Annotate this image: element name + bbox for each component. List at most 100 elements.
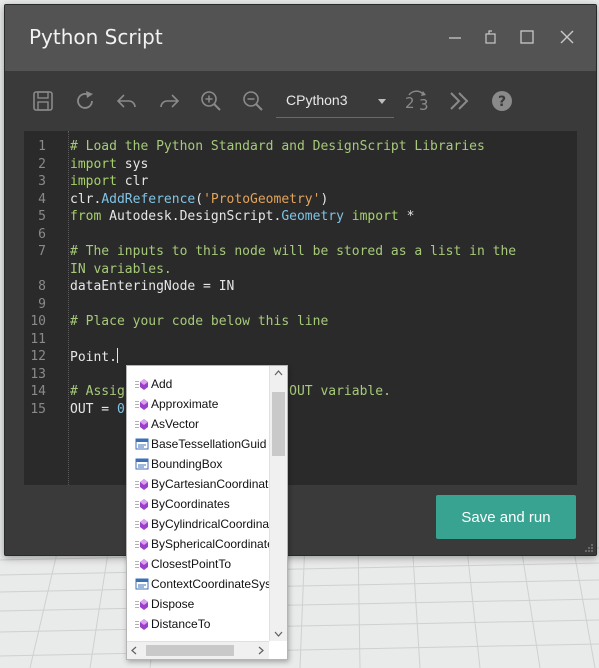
autocomplete-item[interactable]: Dispose [127,594,269,614]
line-number: 12 [30,349,46,364]
line-number: 2 [38,156,46,172]
autocomplete-item[interactable]: ByCartesianCoordinates [127,474,269,494]
identifier: OUT = [70,401,117,417]
autocomplete-item-label: Add [151,377,173,391]
more-icon[interactable] [447,89,471,113]
code-line-3: import clr [70,173,148,191]
line-number-gutter: 1 2 3 4 5 6 7 8 9 10 11 12 13 14 15 [24,131,69,485]
code-line-5: from Autodesk.DesignScript.Geometry impo… [70,208,414,226]
line-number: 11 [30,331,46,347]
zoom-out-icon[interactable] [241,89,265,113]
autocomplete-item[interactable]: ByCylindricalCoordinates [127,514,269,534]
toolbar: CPython3 2 3 ? [5,71,596,131]
autocomplete-item[interactable]: Add [127,374,269,394]
method-icon [135,537,149,551]
resize-grip-icon[interactable] [584,543,594,553]
save-and-run-button[interactable]: Save and run [436,495,576,539]
autocomplete-item[interactable]: BoundingBox [127,454,269,474]
line-number: 9 [38,296,46,312]
autocomplete-item[interactable]: BySphericalCoordinates [127,534,269,554]
autocomplete-item-label: BoundingBox [151,457,223,471]
maximize-icon[interactable] [517,27,537,47]
reset-icon[interactable] [73,89,97,113]
autocomplete-item-label: ByCartesianCoordinates [151,477,269,491]
horizontal-scrollbar[interactable] [127,641,269,659]
method-icon [135,617,149,631]
help-icon[interactable]: ? [490,89,514,113]
svg-text:?: ? [498,94,506,110]
autocomplete-item-label: DistanceTo [151,617,211,631]
scroll-right-icon[interactable] [258,646,264,655]
identifier: Point. [70,350,117,365]
method-icon [135,557,149,571]
autocomplete-item[interactable]: ClosestPointTo [127,554,269,574]
line-number: 15 [30,401,46,417]
autocomplete-item[interactable]: AsVector [127,414,269,434]
autocomplete-item-label: ClosestPointTo [151,557,232,571]
chevron-down-icon [378,99,386,104]
scroll-down-icon[interactable] [274,631,283,637]
code-line-10: # Place your code below this line [70,314,329,329]
line-number: 5 [38,209,46,224]
method-icon [135,497,149,511]
window-title: Python Script [29,25,163,49]
minimize-icon[interactable] [445,27,465,47]
autocomplete-item-label: Dispose [151,597,195,611]
code-line-4: clr.AddReference('ProtoGeometry') [70,191,328,209]
line-number: 1 [38,139,46,154]
scroll-up-icon[interactable] [274,370,283,376]
line-number: 3 [38,174,46,189]
line-number: 10 [30,314,46,329]
autocomplete-item-label: AsVector [151,417,200,431]
keyword: from [70,209,102,224]
line-number: 6 [38,226,46,242]
number-literal: 0 [116,401,125,417]
function-name: AddReference [101,191,196,207]
code-line-7: # The inputs to this node will be stored… [70,244,517,259]
scroll-left-icon[interactable] [131,646,137,655]
method-icon [135,377,149,391]
keyword: import [70,174,117,189]
vertical-scroll-thumb[interactable] [272,392,285,456]
horizontal-scroll-thumb[interactable] [146,645,234,656]
autocomplete-item[interactable]: ByCoordinates [127,494,269,514]
redo-icon[interactable] [157,89,181,113]
module-name: Geometry [281,209,344,224]
autocomplete-item-label: BySphericalCoordinates [151,537,269,551]
dock-icon[interactable] [481,27,501,47]
autocomplete-item-label: ContextCoordinateSystem [151,577,269,591]
code-line-15: OUT = 0 [70,401,125,419]
code-line-2: import sys [70,156,148,174]
engine-selected-label: CPython3 [286,92,348,108]
title-bar[interactable]: Python Script [5,5,596,71]
engine-dropdown[interactable]: CPython3 [276,85,394,118]
autocomplete-item[interactable]: Approximate [127,394,269,414]
autocomplete-item-label: ByCoordinates [151,497,230,511]
keyword: import [70,156,117,172]
autocomplete-item[interactable]: DistanceTo [127,614,269,634]
convert-icon[interactable]: 2 3 [403,89,433,113]
line-number: 7 [38,244,46,259]
code-editor[interactable]: 1 2 3 4 5 6 7 8 9 10 11 12 13 14 15 # Lo… [24,131,577,485]
code-line-1: # Load the Python Standard and DesignScr… [70,139,485,154]
identifier: * [398,209,415,224]
autocomplete-item[interactable]: ContextCoordinateSystem [127,574,269,594]
save-icon[interactable] [31,89,55,113]
vertical-scrollbar[interactable] [269,366,287,641]
method-icon [135,517,149,531]
close-icon[interactable] [557,27,577,47]
punctuation: ) [320,191,329,207]
property-icon [135,437,149,451]
line-number: 8 [38,279,46,294]
text-cursor [116,348,118,363]
punctuation: ( [195,191,204,207]
property-icon [135,457,149,471]
zoom-in-icon[interactable] [199,89,223,113]
undo-icon[interactable] [115,89,139,113]
autocomplete-item[interactable]: BaseTessellationGuid [127,434,269,454]
method-icon [135,477,149,491]
string-literal: 'ProtoGeometry' [203,191,321,207]
line-number: 14 [30,384,46,399]
line-number: 13 [30,366,46,382]
svg-text:3: 3 [419,96,429,113]
